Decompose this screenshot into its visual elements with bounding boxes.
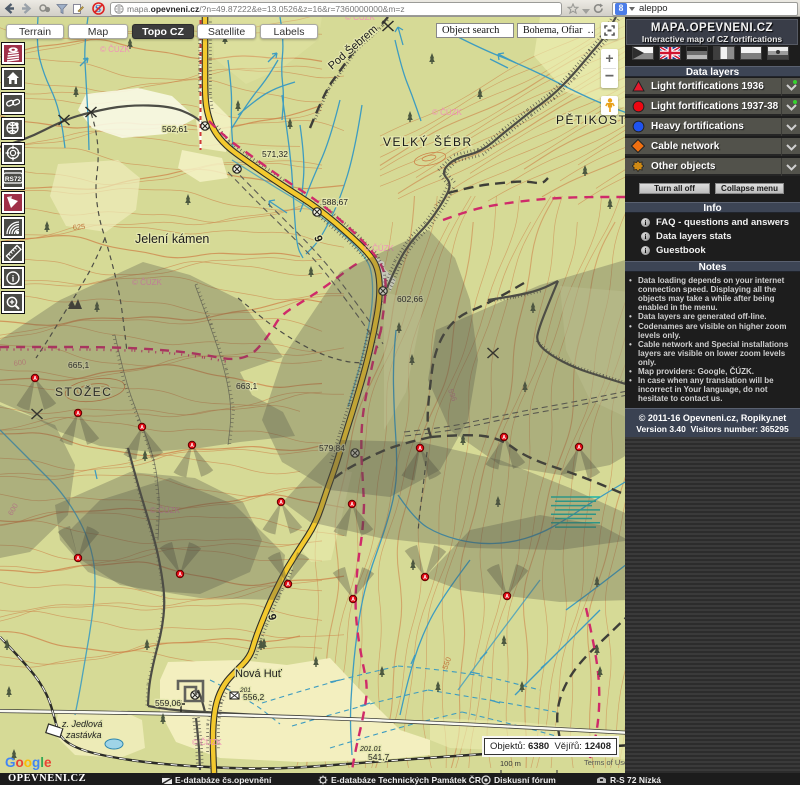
svg-text:© ČÚZK: © ČÚZK — [100, 45, 131, 54]
svg-text:A: A — [178, 572, 182, 578]
svg-text:A: A — [577, 445, 581, 451]
svg-text:A: A — [140, 425, 144, 431]
svg-text:© ČÚZK: © ČÚZK — [345, 17, 376, 22]
svg-text:i: i — [12, 273, 15, 283]
svg-text:588,67: 588,67 — [322, 197, 348, 207]
svg-text:A: A — [418, 446, 422, 452]
svg-text:625: 625 — [72, 222, 85, 232]
svg-text:A: A — [76, 556, 80, 562]
svg-text:201: 201 — [239, 687, 251, 694]
svg-text:RS72: RS72 — [5, 176, 22, 183]
svg-text:A: A — [423, 575, 427, 581]
svg-text:Jelení kámen: Jelení kámen — [135, 232, 209, 246]
svg-text:559,06: 559,06 — [155, 698, 181, 708]
svg-text:A: A — [286, 582, 290, 588]
svg-text:© ČÚZK: © ČÚZK — [192, 738, 223, 747]
svg-text:A: A — [76, 411, 80, 417]
svg-text:VELKÝ ŠÉBR: VELKÝ ŠÉBR — [383, 134, 473, 149]
svg-text:562,61: 562,61 — [162, 124, 188, 134]
svg-text:571,32: 571,32 — [262, 149, 288, 159]
svg-text:541,7: 541,7 — [368, 752, 390, 762]
svg-text:A: A — [350, 502, 354, 508]
svg-text:A: A — [505, 594, 509, 600]
svg-text:z. Jedlová: z. Jedlová — [61, 719, 103, 729]
svg-text:A: A — [351, 597, 355, 603]
svg-text:A: A — [502, 435, 506, 441]
svg-text:Nová Huť: Nová Huť — [235, 668, 283, 680]
svg-text:A: A — [279, 500, 283, 506]
svg-text:201.01: 201.01 — [359, 746, 382, 753]
svg-text:A: A — [33, 376, 37, 382]
svg-text:zastávka: zastávka — [65, 730, 102, 740]
svg-text:A: A — [190, 443, 194, 449]
svg-text:© ČÚZK: © ČÚZK — [432, 108, 463, 117]
